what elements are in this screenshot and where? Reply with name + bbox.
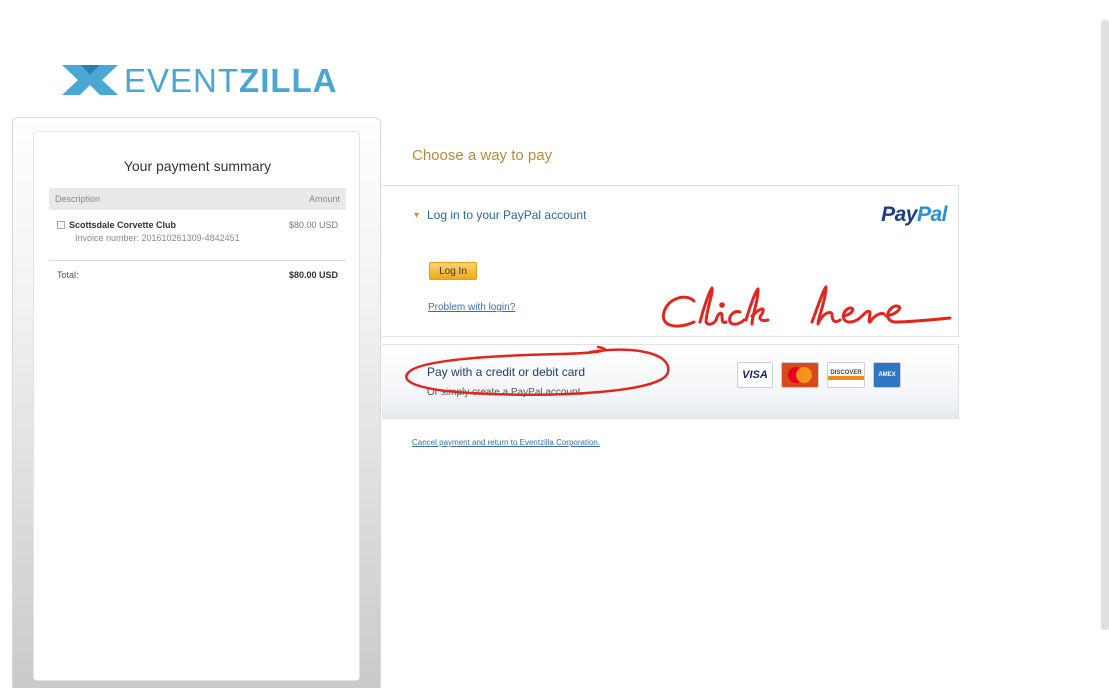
paypal-logo-pay: Pay (881, 203, 917, 226)
total-value: $80.00 USD (288, 270, 338, 280)
eventzilla-logo: EVENTZILLA (62, 60, 338, 100)
login-button[interactable]: Log In (429, 262, 477, 280)
description-column-header: Description (55, 194, 101, 204)
expand-arrow-icon: ▾ (414, 210, 420, 221)
summary-divider (49, 260, 346, 261)
vertical-scrollbar[interactable] (1101, 20, 1109, 630)
paypal-login-title[interactable]: Log in to your PayPal account (427, 208, 586, 222)
item-name: Scottsdale Corvette Club (69, 220, 177, 230)
discover-card-icon: DISCOVER (827, 362, 865, 388)
mastercard-card-icon (781, 362, 819, 388)
paypal-logo-pal: Pal (916, 203, 948, 226)
mastercard-circles-icon (788, 367, 812, 383)
amount-column-header: Amount (308, 194, 340, 204)
amex-card-icon: AMEX (873, 362, 901, 388)
discover-stripe (828, 376, 864, 380)
logo-text: EVENTZILLA (124, 64, 338, 97)
problem-with-login-link[interactable]: Problem with login? (428, 302, 515, 313)
card-logos: VISA DISCOVER AMEX (737, 362, 901, 388)
eventzilla-logo-mark-icon (62, 65, 118, 95)
summary-table-header: Description Amount (49, 188, 346, 210)
paypal-logo: PayPal (881, 203, 947, 227)
item-invoice-number: Invoice number: 201610261309-4842451 (75, 233, 240, 243)
pay-with-card-link[interactable]: Pay with a credit or debit card (427, 365, 585, 379)
choose-payment-title: Choose a way to pay (412, 147, 553, 164)
cancel-payment-link[interactable]: Cancel payment and return to Eventzilla … (412, 438, 600, 447)
payment-summary-card: Your payment summary Description Amount … (33, 131, 360, 681)
visa-card-icon: VISA (737, 362, 773, 388)
item-amount: $80.00 USD (288, 220, 338, 230)
logo-text-light: EVENT (124, 61, 240, 99)
summary-title: Your payment summary (123, 158, 272, 174)
item-expand-toggle[interactable] (57, 221, 65, 229)
logo-text-bold: ZILLA (239, 61, 338, 99)
total-label: Total: (57, 270, 79, 280)
create-paypal-account-text: Or simply create a PayPal account. (427, 387, 584, 398)
